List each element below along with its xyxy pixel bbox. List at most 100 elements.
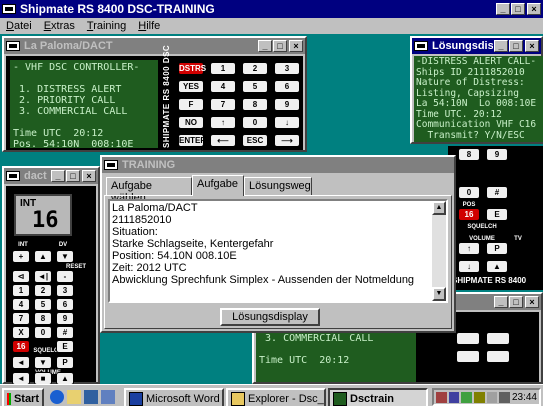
key-button[interactable]: ESC — [242, 134, 268, 147]
key-button[interactable]: DSTRS — [178, 62, 206, 75]
key-button[interactable]: 0 — [242, 116, 268, 129]
key-button[interactable]: 16 — [12, 340, 30, 353]
key-button[interactable]: 4 — [210, 80, 236, 93]
key-button[interactable]: P — [486, 242, 508, 255]
key-button[interactable]: ▲ — [486, 260, 508, 273]
tray-icon[interactable] — [486, 391, 498, 403]
key-button[interactable]: ↓ — [274, 116, 300, 129]
minimize-icon[interactable]: _ — [496, 3, 510, 15]
tray-icon[interactable] — [461, 391, 472, 403]
close-icon[interactable]: × — [525, 40, 539, 52]
key-button[interactable]: 3 — [274, 62, 300, 75]
key-button[interactable]: 1 — [210, 62, 236, 75]
minimize-icon[interactable]: _ — [494, 296, 508, 308]
key-button[interactable]: 5 — [34, 298, 52, 311]
key-button[interactable]: 8 — [34, 312, 52, 325]
tray-icon[interactable] — [448, 391, 460, 403]
key-button[interactable]: 7 — [12, 312, 30, 325]
window-la-paloma-title-bar[interactable]: La Paloma/DACT _ □ × — [4, 38, 305, 54]
outlook-icon[interactable] — [67, 390, 81, 404]
key-button[interactable]: - — [56, 270, 74, 283]
key-button[interactable]: 4 — [12, 298, 30, 311]
key-button[interactable]: 0 — [458, 186, 480, 199]
volume-icon[interactable] — [499, 391, 510, 403]
tray-icon[interactable] — [473, 391, 485, 403]
window-icon[interactable] — [414, 41, 428, 51]
key-button[interactable]: 2 — [34, 284, 52, 297]
maximize-icon[interactable]: □ — [509, 40, 523, 52]
tray-icon[interactable] — [436, 391, 447, 403]
key-button[interactable]: ↑ — [458, 242, 480, 255]
ie-icon[interactable] — [50, 390, 64, 404]
key-button[interactable]: X — [12, 326, 30, 339]
key-button[interactable]: ENTER — [178, 134, 206, 147]
minimize-icon[interactable]: _ — [51, 170, 65, 182]
key-button[interactable]: ⟶ — [274, 134, 300, 147]
key-button[interactable]: E — [56, 340, 74, 353]
key-button[interactable]: E — [486, 208, 508, 221]
key-button[interactable]: 9 — [274, 98, 300, 111]
maximize-icon[interactable]: □ — [511, 3, 525, 15]
key-button[interactable] — [486, 350, 510, 363]
window-icon[interactable] — [104, 160, 118, 170]
key-button[interactable]: 2 — [242, 62, 268, 75]
window-training-title-bar[interactable]: TRAINING — [102, 157, 454, 173]
key-button[interactable] — [486, 332, 510, 345]
window-loesung-title-bar[interactable]: Lösungsdis... _ □ × — [412, 38, 541, 54]
menu-datei[interactable]: Datei — [0, 18, 38, 34]
vertical-scrollbar[interactable]: ▲ ▼ — [432, 201, 446, 301]
window-dact-title-bar[interactable]: dact _ □ × — [4, 168, 98, 184]
key-button[interactable]: 6 — [56, 298, 74, 311]
menu-hilfe[interactable]: Hilfe — [132, 18, 166, 34]
key-button[interactable]: + — [12, 250, 30, 263]
start-button[interactable]: Start — [2, 388, 44, 406]
key-button[interactable]: ⊲ — [12, 270, 30, 283]
tab-loesungsweg[interactable]: Lösungsweg — [244, 177, 312, 195]
key-button[interactable]: 9 — [56, 312, 74, 325]
close-icon[interactable]: × — [525, 296, 539, 308]
menu-training[interactable]: Training — [81, 18, 132, 34]
maximize-icon[interactable]: □ — [509, 296, 523, 308]
key-button[interactable]: 9 — [486, 148, 508, 161]
app-icon[interactable] — [2, 4, 16, 14]
tab-aufgabe[interactable]: Aufgabe — [192, 175, 244, 196]
key-button[interactable]: # — [56, 326, 74, 339]
key-button[interactable]: 3 — [56, 284, 74, 297]
close-icon[interactable]: × — [289, 40, 303, 52]
key-button[interactable]: 8 — [458, 148, 480, 161]
window-icon[interactable] — [6, 171, 20, 181]
task-dsctrain[interactable]: Dsctrain — [328, 388, 428, 406]
scroll-up-button[interactable]: ▲ — [432, 201, 446, 215]
maximize-icon[interactable]: □ — [66, 170, 80, 182]
key-button[interactable]: ↑ — [210, 116, 236, 129]
menu-extras[interactable]: Extras — [38, 18, 81, 34]
maximize-icon[interactable]: □ — [273, 40, 287, 52]
tab-aufgabe-waehlen[interactable]: Aufgabe wählen — [106, 177, 192, 204]
key-button[interactable]: NO — [178, 116, 204, 129]
key-button[interactable]: # — [486, 186, 508, 199]
desktop-icon[interactable] — [84, 390, 98, 404]
key-button[interactable]: ↓ — [458, 260, 480, 273]
task-textarea[interactable]: La Paloma/DACT 2111852010 Situation: Sta… — [108, 199, 448, 303]
key-button[interactable]: ▼ — [56, 250, 74, 263]
key-button[interactable]: 8 — [242, 98, 268, 111]
key-button[interactable]: 7 — [210, 98, 236, 111]
close-icon[interactable]: × — [82, 170, 96, 182]
key-button[interactable]: 6 — [274, 80, 300, 93]
key-button[interactable]: F — [178, 98, 204, 111]
minimize-icon[interactable]: _ — [258, 40, 272, 52]
key-button[interactable]: P — [56, 356, 74, 369]
key-button[interactable]: ⟵ — [210, 134, 236, 147]
window-icon[interactable] — [6, 41, 20, 51]
key-button[interactable] — [456, 350, 480, 363]
task-explorer[interactable]: Explorer - Dsc_uk... — [226, 388, 326, 406]
key-button[interactable]: 5 — [242, 80, 268, 93]
task-word[interactable]: Microsoft Word - ... — [124, 388, 224, 406]
scroll-down-button[interactable]: ▼ — [432, 287, 446, 301]
close-icon[interactable]: × — [527, 3, 541, 15]
key-button[interactable]: ◄ — [12, 356, 30, 369]
loesungsdisplay-button[interactable]: Lösungsdisplay — [220, 308, 320, 326]
key-button[interactable]: 1 — [12, 284, 30, 297]
clock[interactable]: 23:44 — [512, 392, 537, 403]
key-button[interactable]: YES — [178, 80, 204, 93]
